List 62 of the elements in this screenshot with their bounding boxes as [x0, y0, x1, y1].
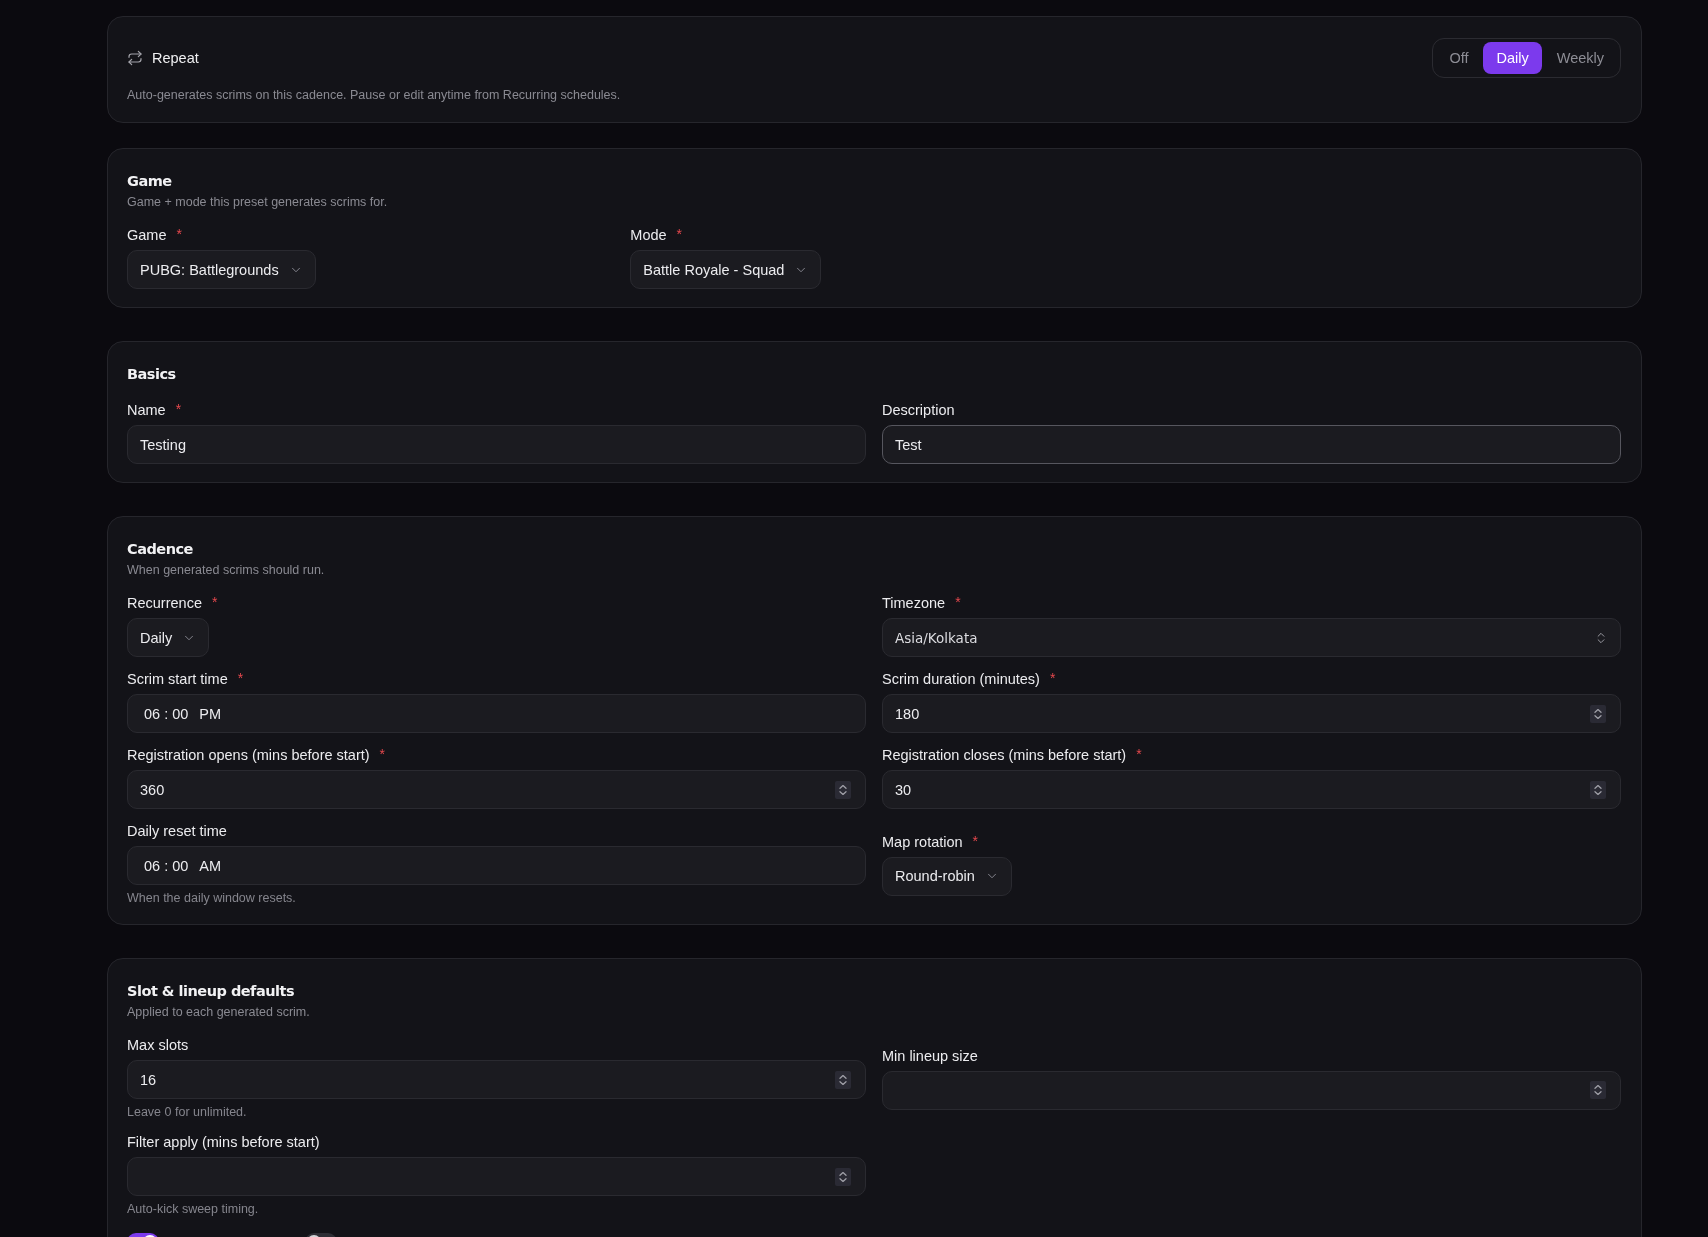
field-label: Max slots: [127, 1036, 189, 1055]
required-asterisk: *: [211, 595, 218, 609]
time-field[interactable]: 06 : 00 PM: [127, 694, 866, 733]
section-description: When generated scrims should run.: [127, 562, 326, 579]
required-asterisk: *: [175, 402, 182, 416]
number-field[interactable]: 30: [882, 770, 1621, 809]
number-field[interactable]: [882, 1070, 1621, 1110]
number-field[interactable]: 16: [127, 1060, 866, 1099]
field-label: Daily reset time: [127, 822, 227, 841]
section-title: Slot & lineup defaults: [127, 982, 296, 1001]
required-asterisk: *: [972, 833, 979, 848]
field-hint: When the daily window resets.: [127, 890, 296, 906]
stepper-icon[interactable]: [835, 1167, 851, 1186]
repeat-icon: [127, 50, 143, 66]
segment-tab[interactable]: Weekly: [1543, 42, 1617, 74]
field-label: Map rotation: [882, 832, 963, 852]
field-label: Min lineup size: [882, 1046, 978, 1066]
field-label: Description: [882, 401, 955, 420]
text-field[interactable]: Testing: [127, 425, 866, 464]
section-title: Basics: [127, 365, 177, 384]
field-label: Mode: [630, 226, 667, 245]
number-field[interactable]: [127, 1157, 866, 1196]
stepper-icon[interactable]: [835, 1070, 851, 1089]
dropdown-select[interactable]: PUBG: Battlegrounds: [127, 250, 316, 289]
field-label: Registration opens (mins before start): [127, 746, 370, 765]
timezone-select[interactable]: Asia/Kolkata: [882, 618, 1621, 657]
section-title: Repeat: [152, 49, 199, 68]
dropdown-select[interactable]: Daily: [127, 618, 210, 657]
dropdown-select[interactable]: Round-robin: [882, 856, 1012, 896]
section-description: Auto-generates scrims on this cadence. Pause or edit anytime from Recurring schedules.: [127, 87, 622, 104]
field-hint: Auto-kick sweep timing.: [127, 1201, 259, 1217]
section-title: Cadence: [127, 540, 194, 559]
segment-tab[interactable]: Daily: [1483, 42, 1542, 74]
section-description: Game + mode this preset generates scrims for.: [127, 194, 389, 211]
field-label: Registration closes (mins before start): [882, 746, 1127, 765]
field-hint: Leave 0 for unlimited.: [127, 1104, 247, 1120]
required-asterisk: *: [1136, 747, 1142, 761]
field-label: Filter apply (mins before start): [127, 1133, 320, 1152]
number-field[interactable]: 180: [882, 694, 1621, 733]
field-label: Timezone: [882, 594, 946, 613]
field-label: Scrim duration (minutes): [882, 670, 1040, 689]
required-asterisk: *: [676, 227, 683, 241]
field-label: Name: [127, 401, 166, 420]
stepper-icon[interactable]: [1590, 1081, 1606, 1099]
field-label: Game: [127, 226, 167, 245]
dropdown-select[interactable]: Battle Royale - Squad: [630, 250, 822, 289]
number-field[interactable]: 360: [127, 770, 866, 809]
field-label: Scrim start time: [127, 670, 228, 689]
stepper-icon[interactable]: [1590, 704, 1606, 723]
time-field[interactable]: 06 : 00 AM: [127, 846, 866, 885]
segment-tab[interactable]: Off: [1436, 42, 1482, 74]
required-asterisk: *: [1049, 671, 1056, 685]
required-asterisk: *: [237, 671, 244, 685]
stepper-icon[interactable]: [835, 780, 851, 799]
text-field[interactable]: Test: [882, 425, 1621, 464]
required-asterisk: *: [176, 227, 182, 241]
required-asterisk: *: [955, 595, 961, 609]
required-asterisk: *: [379, 747, 386, 761]
section-description: Applied to each generated scrim.: [127, 1004, 311, 1021]
field-label: Recurrence: [127, 594, 202, 613]
stepper-icon[interactable]: [1590, 780, 1606, 799]
section-title: Game: [127, 172, 173, 191]
